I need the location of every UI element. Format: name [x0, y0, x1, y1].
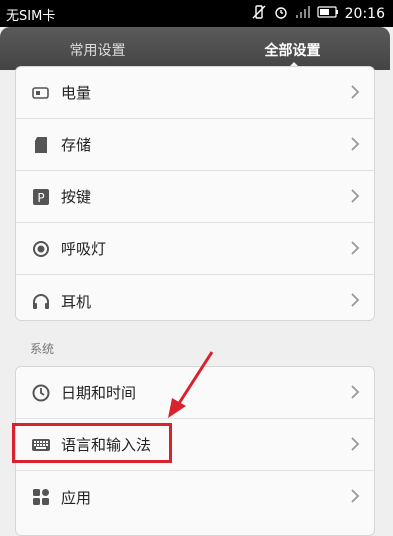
alarm-icon — [273, 4, 289, 24]
settings-item-label: 耳机 — [61, 292, 92, 311]
apps-icon — [31, 487, 51, 507]
sd-card-icon — [31, 135, 51, 155]
clock-time: 20:16 — [344, 6, 385, 22]
headphones-icon — [31, 291, 51, 311]
settings-item-notification-light[interactable]: 呼吸灯 — [16, 223, 374, 275]
tab-bar: 常用设置 全部设置 — [0, 27, 390, 70]
clock-icon — [31, 383, 51, 403]
chevron-right-icon — [350, 240, 360, 260]
light-icon — [31, 239, 51, 259]
svg-text:P: P — [37, 191, 44, 205]
settings-item-label: 呼吸灯 — [61, 240, 107, 258]
settings-list: 电量 存储 P 按键 呼吸灯 耳机 系统 日期和时间 语言和输入法 应用 — [0, 66, 393, 536]
tab-common-settings[interactable]: 常用设置 — [0, 40, 195, 60]
chevron-right-icon — [350, 84, 360, 104]
chevron-right-icon — [350, 188, 360, 208]
status-icons: 20:16 — [251, 4, 385, 24]
settings-item-label: 应用 — [61, 488, 92, 507]
status-bar: 无SIM卡 20:16 — [0, 0, 393, 27]
chevron-right-icon — [350, 488, 360, 508]
settings-group-device: 电量 存储 P 按键 呼吸灯 耳机 — [15, 66, 375, 321]
annotation-highlight-box — [12, 423, 172, 463]
settings-item-storage[interactable]: 存储 — [16, 119, 374, 171]
key-icon: P — [31, 187, 51, 207]
battery-icon — [31, 83, 51, 103]
chevron-right-icon — [350, 384, 360, 404]
signal-icon — [295, 5, 311, 23]
section-header-system: 系统 — [30, 342, 55, 356]
settings-item-label: 日期和时间 — [61, 384, 137, 402]
settings-item-label: 按键 — [61, 188, 92, 206]
carrier-label: 无SIM卡 — [6, 9, 56, 24]
settings-item-label: 存储 — [61, 136, 92, 154]
battery-status-icon — [317, 6, 339, 22]
chevron-right-icon — [350, 136, 360, 156]
chevron-right-icon — [350, 436, 360, 456]
settings-item-headphones[interactable]: 耳机 — [16, 275, 374, 327]
settings-item-label: 电量 — [61, 84, 92, 102]
chevron-right-icon — [350, 292, 360, 312]
settings-item-battery[interactable]: 电量 — [16, 67, 374, 119]
vibrate-off-icon — [251, 4, 267, 24]
settings-item-buttons[interactable]: P 按键 — [16, 171, 374, 223]
settings-item-apps[interactable]: 应用 — [16, 471, 374, 523]
tab-all-settings[interactable]: 全部设置 — [195, 40, 390, 60]
annotation-arrow-icon — [168, 351, 214, 418]
